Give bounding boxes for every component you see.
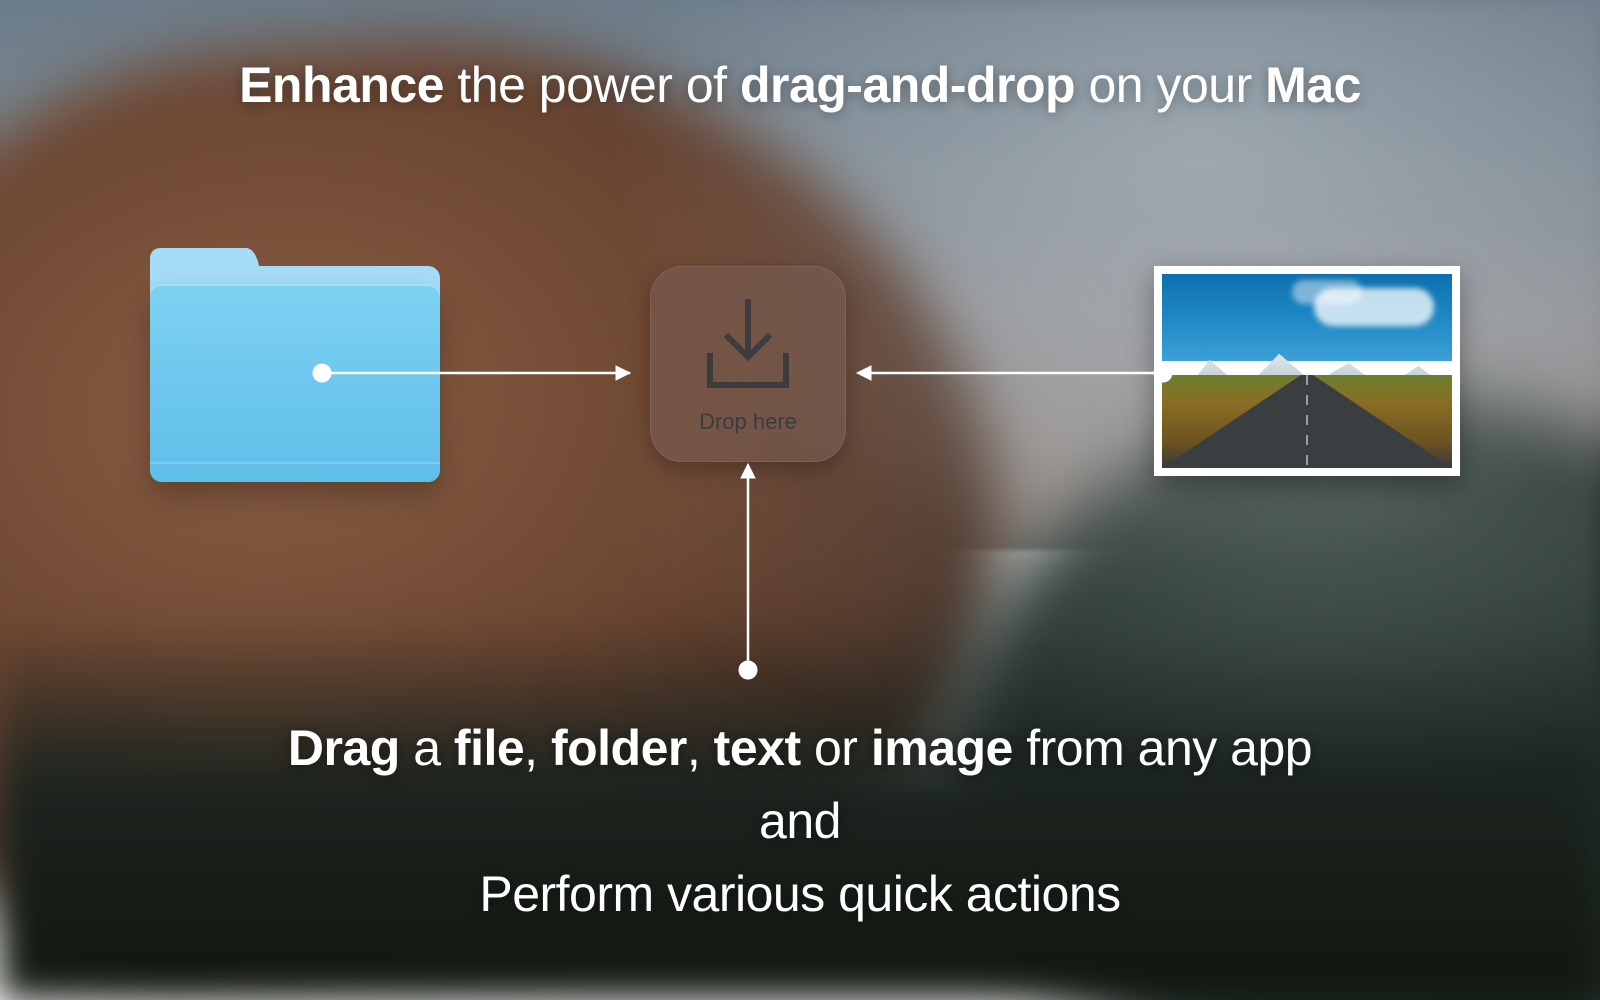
subhead-segment: , — [687, 720, 714, 776]
arrow-image-to-drop-icon — [855, 358, 1175, 388]
subhead-line-3: Perform various quick actions — [0, 858, 1600, 931]
subhead-word-image: image — [871, 720, 1013, 776]
subhead-line-1: Drag a file, folder, text or image from … — [0, 712, 1600, 785]
illustration-row: Drop here — [0, 248, 1600, 508]
subhead-word-file: file — [454, 720, 524, 776]
drop-target-label: Drop here — [699, 409, 797, 435]
arrow-folder-to-drop-icon — [310, 358, 650, 388]
headline-word-enhance: Enhance — [239, 57, 444, 113]
subhead-word-drag: Drag — [288, 720, 400, 776]
headline-text: Enhance the power of drag-and-drop on yo… — [0, 56, 1600, 114]
subhead-segment: a — [400, 720, 454, 776]
headline-word-drag-and-drop: drag-and-drop — [740, 57, 1075, 113]
promo-canvas: Enhance the power of drag-and-drop on yo… — [0, 0, 1600, 1000]
drop-target[interactable]: Drop here — [650, 266, 846, 462]
subhead-word-folder: folder — [551, 720, 687, 776]
subhead-segment: or — [801, 720, 871, 776]
subhead-word-text: text — [714, 720, 801, 776]
subhead-segment: from any app — [1013, 720, 1312, 776]
headline-text-segment: the power of — [444, 57, 740, 113]
download-arrow-icon — [688, 293, 808, 403]
subhead-line-2: and — [0, 785, 1600, 858]
landscape-photo-icon — [1162, 274, 1452, 468]
subhead-segment: , — [524, 720, 551, 776]
subheadline-text: Drag a file, folder, text or image from … — [0, 712, 1600, 931]
headline-text-segment: on your — [1075, 57, 1265, 113]
headline-word-mac: Mac — [1265, 57, 1361, 113]
image-thumbnail[interactable] — [1154, 266, 1460, 476]
arrow-text-to-drop-icon — [733, 462, 763, 682]
